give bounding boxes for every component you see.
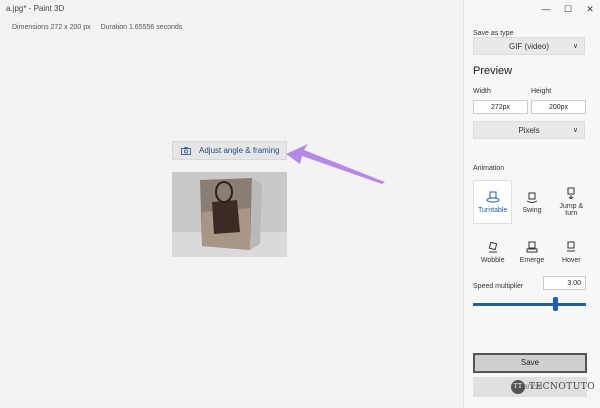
watermark-text: TECNOTUTO (529, 382, 596, 392)
units-value: Pixels (518, 126, 540, 135)
speed-field[interactable]: 3.00 (543, 276, 586, 290)
chevron-down-icon: ∨ (572, 127, 578, 134)
slider-thumb[interactable] (553, 297, 558, 311)
save-as-type-value: GIF (video) (508, 42, 549, 51)
chevron-down-icon: ∨ (572, 43, 578, 50)
canvas-area: a.jpg* - Paint 3D Dimensions 272 x 200 p… (0, 0, 463, 408)
speed-slider[interactable] (473, 297, 586, 311)
save-as-type-select[interactable]: GIF (video) ∨ (473, 37, 585, 55)
height-label: Height (531, 88, 552, 95)
save-button[interactable]: Save (473, 353, 587, 373)
hover-icon (567, 241, 576, 251)
animation-hover[interactable]: Hover (552, 230, 591, 274)
window-title: a.jpg* - Paint 3D (6, 4, 65, 13)
speed-label: Speed multiplier (473, 283, 524, 290)
adjust-angle-button[interactable]: Adjust angle & framing (172, 141, 287, 160)
animation-swing[interactable]: Swing (512, 180, 551, 224)
save-as-type-label: Save as type (473, 30, 514, 37)
animation-emerge[interactable]: Emerge (512, 230, 551, 274)
preview-image (172, 172, 287, 257)
height-field[interactable]: 200px (531, 100, 586, 114)
wobble-icon (488, 241, 497, 252)
annotation-arrow (286, 144, 385, 184)
close-icon[interactable]: ✕ (579, 0, 600, 18)
window-controls: — ☐ ✕ (535, 0, 600, 18)
jump-turn-icon (567, 187, 575, 199)
animation-turntable[interactable]: Turntable (473, 180, 513, 224)
animation-label: Animation (473, 165, 505, 172)
preview-heading: Preview (473, 65, 513, 77)
preview-photo (172, 172, 287, 257)
width-field[interactable]: 272px (473, 100, 528, 114)
width-label: Width (473, 88, 491, 95)
maximize-icon[interactable]: ☐ (557, 0, 579, 18)
camera-icon (181, 146, 191, 155)
emerge-icon (526, 241, 538, 252)
watermark: TT TECNOTUTO (511, 380, 595, 394)
animation-wobble[interactable]: Wobble (473, 230, 512, 274)
units-select[interactable]: Pixels ∨ (473, 121, 585, 139)
animation-grid: Turntable Swing Jump & turn Wobble Emerg… (473, 180, 591, 274)
info-bar: Dimensions 272 x 200 px Duration 1.65556… (12, 24, 190, 31)
dimensions-text: Dimensions 272 x 200 px (12, 24, 91, 31)
adjust-label: Adjust angle & framing (199, 146, 280, 155)
export-panel: — ☐ ✕ Save as type GIF (video) ∨ Preview… (463, 0, 600, 408)
animation-jump-turn[interactable]: Jump & turn (552, 180, 591, 224)
swing-icon (526, 192, 538, 203)
minimize-icon[interactable]: — (535, 0, 557, 18)
duration-text: Duration 1.65556 seconds (100, 24, 183, 31)
turntable-icon (486, 191, 500, 202)
watermark-logo-icon: TT (511, 380, 525, 394)
